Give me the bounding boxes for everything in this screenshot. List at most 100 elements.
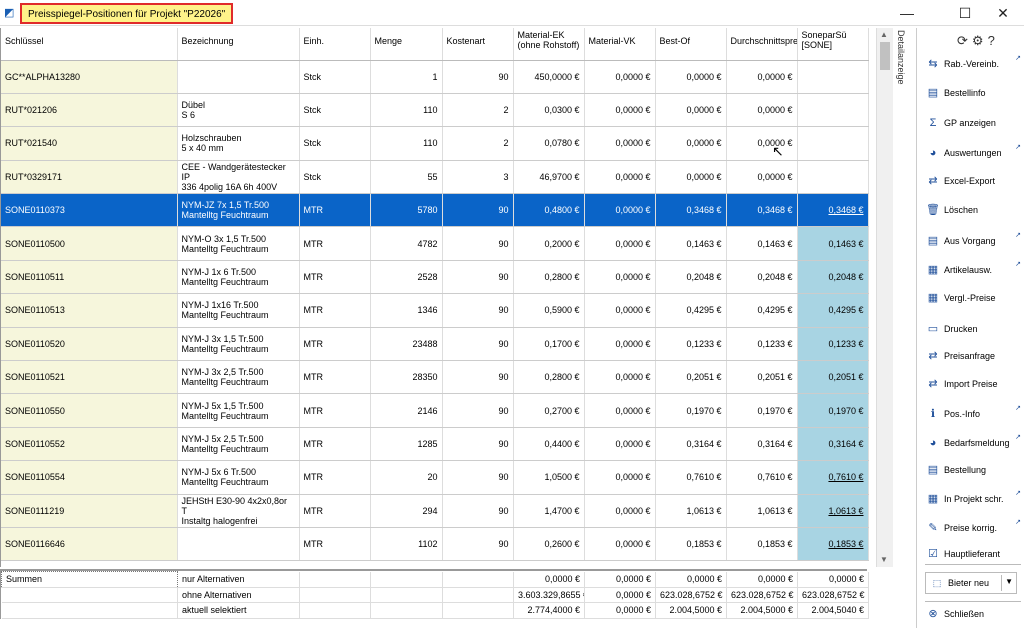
cell-description[interactable]: NYM-J 3x 2,5 Tr.500 Mantelltg Feuchtraum [177, 360, 300, 395]
cell-vk[interactable]: 0,0000 € [584, 360, 656, 395]
cell-key[interactable]: RUT*0329171 [1, 160, 178, 195]
panel-button-hauptlieferant[interactable]: ☑ Hauptlieferant [925, 544, 1021, 564]
cell-avg[interactable]: 0,3164 € [726, 427, 798, 462]
cell-avg[interactable]: 0,1463 € [726, 226, 798, 261]
cell-qty[interactable]: 294 [370, 494, 443, 528]
cell-unit[interactable]: Stck [299, 126, 371, 161]
table-row[interactable]: SONE0110513 NYM-J 1x16 Tr.500 Mantelltg Fe… [1, 293, 869, 328]
table-row[interactable]: SONE0110554 NYM-J 5x 6 Tr.500 Mantelltg Fe… [1, 460, 869, 495]
cell-qty[interactable]: 28350 [370, 360, 443, 395]
cell-sone[interactable]: 0,1233 € [797, 327, 869, 362]
cell-ek[interactable]: 0,2800 € [513, 360, 585, 395]
cell-description[interactable]: NYM-JZ 7x 1,5 Tr.500 Mantelltg Feuchtraum [177, 193, 300, 228]
cell-sone[interactable] [797, 93, 869, 128]
table-row[interactable]: GC**ALPHA13280 Stck 1 90 450,0000 € 0,0000 € 0… [1, 60, 869, 94]
cell-avg[interactable]: 0,7610 € [726, 460, 798, 495]
cell-description[interactable]: NYM-J 5x 1,5 Tr.500 Mantelltg Feuchtraum [177, 393, 300, 428]
cell-vk[interactable]: 0,0000 € [584, 427, 656, 462]
table-row[interactable]: RUT*021540 Holzschrauben 5 x 40 mm Stck 110 2… [1, 126, 869, 161]
panel-button-auswertungen[interactable]: ◕ Auswertungen ↗ [925, 143, 1021, 163]
cell-vk[interactable]: 0,0000 € [584, 260, 656, 295]
cell-description[interactable]: NYM-O 3x 1,5 Tr.500 Mantelltg Feuchtraum [177, 226, 300, 261]
cell-vk[interactable]: 0,0000 € [584, 393, 656, 428]
cell-best[interactable]: 0,0000 € [655, 126, 727, 161]
cell-vk[interactable]: 0,0000 € [584, 293, 656, 328]
column-header[interactable]: SoneparSü [SONE] [797, 28, 869, 61]
panel-button-preisanfrage[interactable]: ⇄ Preisanfrage [925, 346, 1021, 366]
cell-ek[interactable]: 450,0000 € [513, 60, 585, 94]
cell-description[interactable]: NYM-J 5x 2,5 Tr.500 Mantelltg Feuchtraum [177, 427, 300, 462]
cell-description[interactable]: NYM-J 1x 6 Tr.500 Mantelltg Feuchtraum [177, 260, 300, 295]
column-header[interactable]: Schlüssel [1, 28, 178, 61]
cell-avg[interactable]: 0,0000 € [726, 60, 798, 94]
cell-unit[interactable]: MTR [299, 527, 371, 562]
cell-vk[interactable]: 0,0000 € [584, 126, 656, 161]
cell-cost[interactable]: 90 [442, 527, 514, 562]
cell-best[interactable]: 0,2051 € [655, 360, 727, 395]
panel-button-excel-export[interactable]: ⇄ Excel-Export [925, 171, 1021, 191]
panel-button-import-preise[interactable]: ⇄ Import Preise [925, 374, 1021, 394]
table-row[interactable]: SONE0110500 NYM-O 3x 1,5 Tr.500 Mantelltg … [1, 226, 869, 261]
cell-key[interactable]: RUT*021540 [1, 126, 178, 161]
cell-unit[interactable]: Stck [299, 160, 371, 195]
column-header[interactable]: Durchschnittspreis [726, 28, 798, 61]
cell-vk[interactable]: 0,0000 € [584, 327, 656, 362]
cell-key[interactable]: SONE0110550 [1, 393, 178, 428]
cell-cost[interactable]: 90 [442, 327, 514, 362]
cell-sone[interactable] [797, 126, 869, 161]
close-button[interactable]: ⊗ Schließen [925, 604, 1021, 624]
cell-avg[interactable]: 0,3468 € [726, 193, 798, 228]
cell-cost[interactable]: 90 [442, 293, 514, 328]
cell-sone[interactable]: 0,2048 € [797, 260, 869, 295]
cell-description[interactable] [177, 527, 300, 562]
close-window-button[interactable]: ✕ [980, 0, 1024, 26]
column-header[interactable]: Menge [370, 28, 443, 61]
cell-ek[interactable]: 0,2700 € [513, 393, 585, 428]
panel-button-in-projekt-schr[interactable]: ▦ In Projekt schr. ↗ [925, 489, 1021, 509]
vertical-scrollbar[interactable]: ▲ ▼ [876, 28, 893, 567]
cell-key[interactable]: SONE0110521 [1, 360, 178, 395]
cell-ek[interactable]: 1,0500 € [513, 460, 585, 495]
cell-avg[interactable]: 0,2048 € [726, 260, 798, 295]
cell-cost[interactable]: 90 [442, 260, 514, 295]
column-header[interactable]: Kostenart [442, 28, 514, 61]
cell-cost[interactable]: 2 [442, 93, 514, 128]
cell-key[interactable]: SONE0110520 [1, 327, 178, 362]
cell-ek[interactable]: 0,5900 € [513, 293, 585, 328]
cell-cost[interactable]: 90 [442, 393, 514, 428]
cell-sone[interactable] [797, 160, 869, 195]
column-header[interactable]: Best-Of [655, 28, 727, 61]
cell-sone[interactable]: 0,4295 € [797, 293, 869, 328]
panel-button-bestellinfo[interactable]: ▤ Bestellinfo [925, 83, 1021, 103]
panel-button-drucken[interactable]: ▭ Drucken [925, 319, 1021, 339]
cell-qty[interactable]: 1102 [370, 527, 443, 562]
cell-key[interactable]: GC**ALPHA13280 [1, 60, 178, 94]
cell-description[interactable]: NYM-J 1x16 Tr.500 Mantelltg Feuchtraum [177, 293, 300, 328]
cell-best[interactable]: 0,3164 € [655, 427, 727, 462]
column-header[interactable]: Material-EK (ohne Rohstoff) [513, 28, 585, 61]
cell-description[interactable]: CEE - Wandgerätestecker IP 336 4polig 16A… [177, 160, 300, 195]
cell-vk[interactable]: 0,0000 € [584, 60, 656, 94]
refresh-icon[interactable]: ⟳ [957, 33, 972, 48]
detail-tab[interactable]: Detailanzeige [894, 28, 916, 118]
cell-vk[interactable]: 0,0000 € [584, 226, 656, 261]
help-icon[interactable]: ? [988, 33, 999, 48]
cell-best[interactable]: 0,4295 € [655, 293, 727, 328]
cell-unit[interactable]: Stck [299, 60, 371, 94]
cell-vk[interactable]: 0,0000 € [584, 460, 656, 495]
panel-button-artikelausw[interactable]: ▦ Artikelausw. ↗ [925, 260, 1021, 280]
cell-ek[interactable]: 0,0300 € [513, 93, 585, 128]
scroll-up-icon[interactable]: ▲ [880, 30, 888, 39]
cell-avg[interactable]: 0,0000 € [726, 126, 798, 161]
cell-key[interactable]: SONE0116646 [1, 527, 178, 562]
cell-description[interactable]: NYM-J 5x 6 Tr.500 Mantelltg Feuchtraum [177, 460, 300, 495]
cell-unit[interactable]: MTR [299, 260, 371, 295]
column-header[interactable]: Bezeichnung [177, 28, 300, 61]
cell-key[interactable]: SONE0110513 [1, 293, 178, 328]
table-row[interactable]: SONE0110373 NYM-JZ 7x 1,5 Tr.500 Mantelltg… [1, 193, 869, 228]
cell-cost[interactable]: 3 [442, 160, 514, 195]
cell-best[interactable]: 0,7610 € [655, 460, 727, 495]
panel-button-preise-korrig[interactable]: ✎ Preise korrig. ↗ [925, 518, 1021, 538]
table-row[interactable]: SONE0110521 NYM-J 3x 2,5 Tr.500 Mantelltg … [1, 360, 869, 395]
cell-ek[interactable]: 0,1700 € [513, 327, 585, 362]
